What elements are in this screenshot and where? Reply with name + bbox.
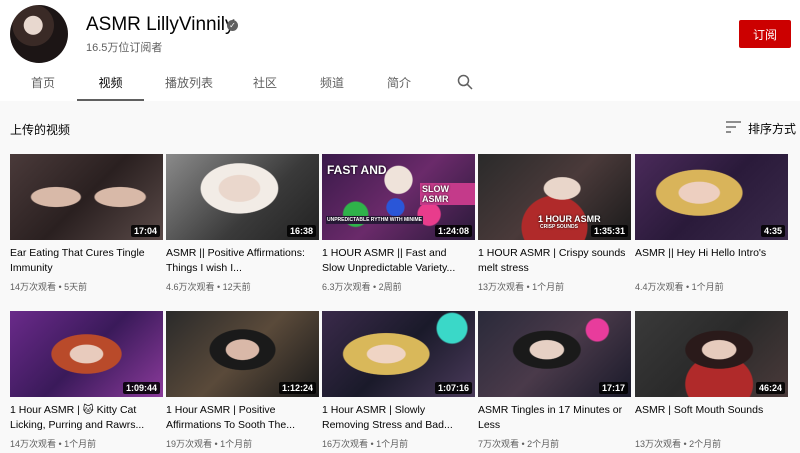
video-views: 14万次观看 (10, 282, 57, 292)
video-age: 1个月前 (691, 282, 724, 292)
video-thumbnail[interactable]: 17:04 (10, 154, 163, 240)
video-thumbnail[interactable]: 1:12:24 (166, 311, 319, 397)
video-thumbnail[interactable]: FAST AND SLOW ASMR UNPREDICTABLE RYTHM W… (322, 154, 475, 240)
video-views: 16万次观看 (322, 439, 369, 449)
tab-about[interactable]: 简介 (366, 68, 432, 101)
video-meta: 6.3万次观看 • 2周前 (322, 282, 402, 292)
thumbnail-overlay-text: CRISP SOUNDS (540, 224, 578, 230)
video-thumbnail[interactable]: 16:38 (166, 154, 319, 240)
section-title: 上传的视频 (10, 123, 71, 137)
subscribe-button[interactable]: 订阅 (739, 20, 791, 48)
channel-header: ASMR LillyVinnily ✓ 16.5万位订阅者 订阅 首页 视频 播… (0, 0, 800, 101)
video-age: 1个月前 (220, 439, 253, 449)
video-views: 7万次观看 (478, 439, 520, 449)
video-views: 19万次观看 (166, 439, 213, 449)
tab-channels[interactable]: 频道 (299, 68, 365, 101)
video-age: 2个月前 (527, 439, 560, 449)
video-thumbnail[interactable]: 1 HOUR ASMR CRISP SOUNDS 1:35:31 (478, 154, 631, 240)
video-title[interactable]: ASMR || Hey Hi Hello Intro's (635, 246, 785, 261)
video-thumbnail[interactable]: 17:17 (478, 311, 631, 397)
video-age: 12天前 (222, 282, 251, 292)
video-thumbnail[interactable]: 1:09:44 (10, 311, 163, 397)
video-meta: 16万次观看 • 1个月前 (322, 439, 409, 449)
channel-name[interactable]: ASMR LillyVinnily (86, 14, 235, 36)
video-age: 1个月前 (64, 439, 97, 449)
video-thumbnail[interactable]: 46:24 (635, 311, 788, 397)
subscriber-count: 16.5万位订阅者 (86, 42, 163, 54)
thumbnail-overlay-text: SLOW ASMR (420, 183, 475, 205)
video-age: 5天前 (64, 282, 88, 292)
video-views: 4.4万次观看 (635, 282, 684, 292)
video-title[interactable]: ASMR | Soft Mouth Sounds (635, 403, 785, 418)
video-duration: 4:35 (760, 225, 785, 237)
sort-lines-icon[interactable] (726, 121, 741, 133)
video-meta: 4.6万次观看 • 12天前 (166, 282, 251, 292)
tab-videos[interactable]: 视频 (77, 68, 144, 101)
video-meta: 14万次观看 • 5天前 (10, 282, 88, 292)
video-title[interactable]: 1 Hour ASMR | Positive Affirmations To S… (166, 403, 316, 433)
video-duration: 46:24 (755, 382, 785, 394)
tab-playlists[interactable]: 播放列表 (155, 68, 223, 101)
thumbnail-overlay-text: UNPREDICTABLE RYTHM WITH MINIME (326, 216, 423, 224)
video-views: 4.6万次观看 (166, 282, 215, 292)
video-duration: 1:24:08 (434, 225, 472, 237)
video-views: 6.3万次观看 (322, 282, 371, 292)
tab-home[interactable]: 首页 (10, 68, 76, 101)
channel-avatar[interactable] (10, 5, 68, 63)
video-meta: 13万次观看 • 1个月前 (478, 282, 565, 292)
thumbnail-overlay-text: 1 HOUR ASMR (538, 214, 601, 224)
video-meta: 7万次观看 • 2个月前 (478, 439, 560, 449)
search-icon[interactable] (457, 74, 473, 90)
video-title[interactable]: ASMR || Positive Affirmations: Things I … (166, 246, 316, 276)
video-meta: 4.4万次观看 • 1个月前 (635, 282, 724, 292)
video-duration: 1:35:31 (590, 225, 628, 237)
video-thumbnail[interactable]: 4:35 (635, 154, 788, 240)
video-age: 1个月前 (532, 282, 565, 292)
video-duration: 17:17 (598, 382, 628, 394)
video-meta: 13万次观看 • 2个月前 (635, 439, 722, 449)
video-duration: 17:04 (130, 225, 160, 237)
video-meta: 19万次观看 • 1个月前 (166, 439, 253, 449)
video-thumbnail[interactable]: 1:07:16 (322, 311, 475, 397)
video-title[interactable]: 1 HOUR ASMR || Fast and Slow Unpredictab… (322, 246, 472, 276)
video-age: 2周前 (378, 282, 402, 292)
video-title[interactable]: Ear Eating That Cures Tingle Immunity (10, 246, 160, 276)
video-views: 13万次观看 (635, 439, 682, 449)
video-age: 1个月前 (376, 439, 409, 449)
video-duration: 1:07:16 (434, 382, 472, 394)
video-duration: 1:12:24 (278, 382, 316, 394)
video-title[interactable]: 1 HOUR ASMR | Crispy sounds melt stress (478, 246, 628, 276)
tab-community[interactable]: 社区 (232, 68, 298, 101)
video-meta: 14万次观看 • 1个月前 (10, 439, 97, 449)
video-title[interactable]: 1 Hour ASMR | 🐱 Kitty Cat Licking, Purri… (10, 403, 160, 433)
sort-button[interactable]: 排序方式 (748, 120, 796, 137)
video-title[interactable]: 1 Hour ASMR | Slowly Removing Stress and… (322, 403, 472, 433)
video-age: 2个月前 (689, 439, 722, 449)
verified-check-icon: ✓ (227, 20, 238, 31)
video-duration: 1:09:44 (122, 382, 160, 394)
video-title[interactable]: ASMR Tingles in 17 Minutes or Less (478, 403, 628, 433)
thumbnail-overlay-text: FAST AND (327, 163, 387, 177)
video-views: 14万次观看 (10, 439, 57, 449)
video-views: 13万次观看 (478, 282, 525, 292)
video-duration: 16:38 (286, 225, 316, 237)
